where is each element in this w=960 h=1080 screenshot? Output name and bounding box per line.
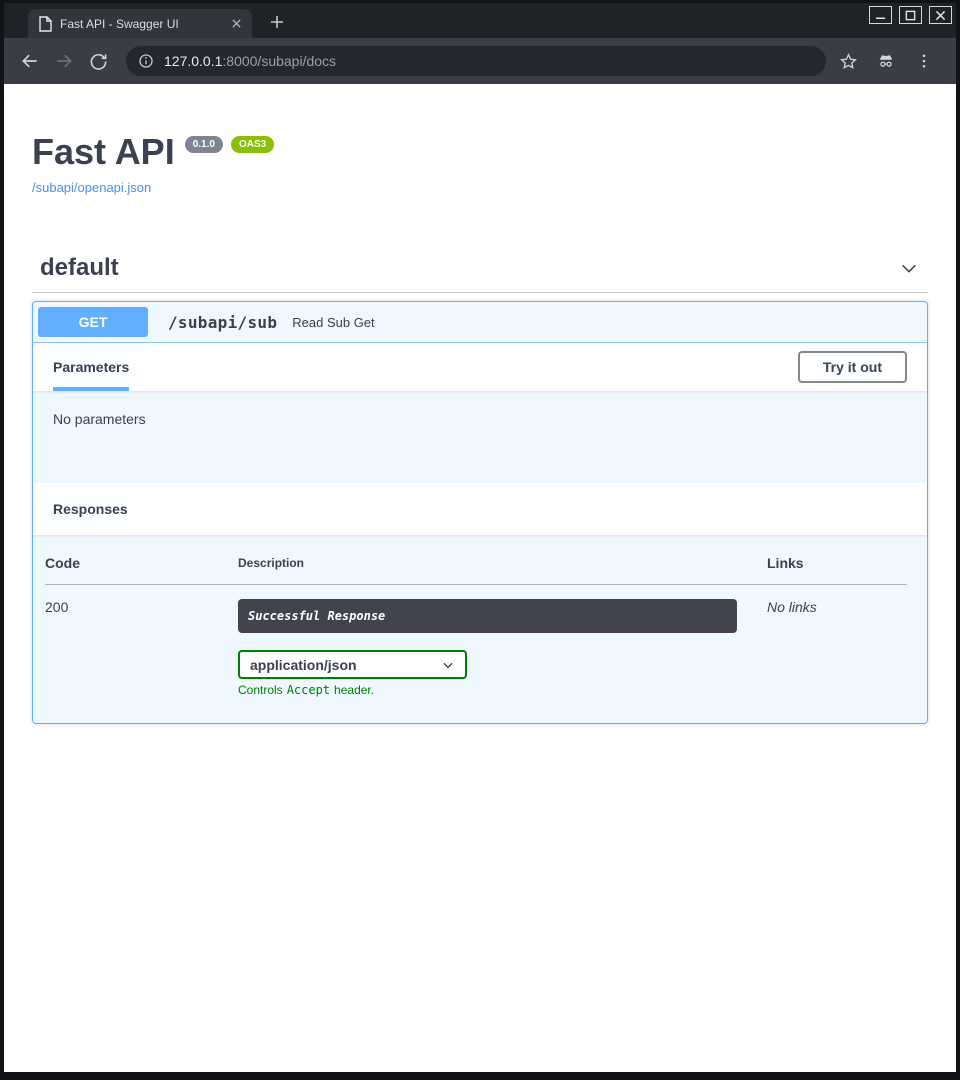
operation-block-get: GET /subapi/sub Read Sub Get Parameters …: [32, 301, 928, 724]
browser-toolbar: 127.0.0.1:8000/subapi/docs: [4, 38, 956, 84]
note-prefix: Controls: [238, 683, 283, 697]
site-info-icon[interactable]: [138, 53, 154, 69]
browser-window: Fast API - Swagger UI: [0, 0, 960, 1080]
note-suffix: header.: [334, 683, 374, 697]
response-description: Successful Response: [238, 599, 737, 633]
document-icon: [38, 16, 52, 32]
response-row-200: 200 Successful Response application/json: [45, 585, 907, 698]
media-type-select[interactable]: application/json: [238, 650, 467, 679]
response-links: No links: [767, 585, 907, 698]
openapi-spec-link[interactable]: /subapi/openapi.json: [32, 180, 151, 195]
tab-title: Fast API - Swagger UI: [60, 17, 225, 31]
response-code: 200: [45, 585, 238, 698]
version-badge: 0.1.0: [185, 136, 223, 153]
operation-summary[interactable]: GET /subapi/sub Read Sub Get: [33, 302, 927, 343]
responses-table: Code Description Links 200 Successful Re…: [45, 555, 907, 697]
back-icon[interactable]: [16, 47, 44, 75]
bookmark-star-icon[interactable]: [834, 47, 862, 75]
note-code: Accept: [287, 683, 330, 697]
accept-header-note: Controls Accept header.: [238, 683, 767, 697]
tab-close-icon[interactable]: [231, 18, 242, 29]
operation-description: Read Sub Get: [292, 315, 374, 330]
responses-body: Code Description Links 200 Successful Re…: [33, 535, 927, 723]
toolbar-actions: [834, 47, 944, 75]
media-type-value: application/json: [250, 657, 357, 673]
try-it-out-button[interactable]: Try it out: [798, 351, 907, 383]
operation-path: /subapi/sub: [168, 313, 277, 332]
tag-section-header[interactable]: default: [32, 244, 928, 293]
column-header-links: Links: [767, 555, 907, 585]
method-badge: GET: [38, 307, 148, 337]
chevron-down-icon[interactable]: [898, 257, 920, 279]
address-bar[interactable]: 127.0.0.1:8000/subapi/docs: [126, 46, 826, 76]
api-info-section: Fast API 0.1.0 OAS3 /subapi/openapi.json: [32, 133, 928, 197]
api-title: Fast API: [32, 133, 175, 171]
responses-title: Responses: [53, 501, 128, 517]
tab-bar: Fast API - Swagger UI: [4, 3, 956, 38]
media-type-control: application/json Controls Accept: [238, 650, 767, 697]
responses-header: Responses: [33, 483, 927, 535]
close-button[interactable]: [929, 6, 952, 24]
tag-name: default: [40, 254, 119, 282]
forward-icon[interactable]: [50, 47, 78, 75]
url-path: :8000/subapi/docs: [222, 53, 336, 69]
column-header-description: Description: [238, 555, 767, 585]
oas3-badge: OAS3: [231, 136, 274, 153]
tab-parameters[interactable]: Parameters: [53, 343, 129, 391]
swagger-ui: Fast API 0.1.0 OAS3 /subapi/openapi.json…: [4, 133, 956, 724]
incognito-icon: [872, 47, 900, 75]
maximize-button[interactable]: [899, 6, 922, 24]
browser-tab[interactable]: Fast API - Swagger UI: [28, 9, 252, 38]
select-chevron-down-icon: [441, 658, 455, 672]
reload-icon[interactable]: [84, 47, 112, 75]
minimize-button[interactable]: [869, 6, 892, 24]
kebab-menu-icon[interactable]: [910, 47, 938, 75]
no-parameters-text: No parameters: [53, 411, 146, 427]
parameters-header: Parameters Try it out: [33, 343, 927, 391]
window-controls: [869, 6, 952, 24]
parameters-tab-label: Parameters: [53, 359, 129, 375]
url-host: 127.0.0.1: [164, 53, 222, 69]
page-content: Fast API 0.1.0 OAS3 /subapi/openapi.json…: [4, 84, 956, 1072]
new-tab-button[interactable]: [264, 9, 290, 35]
column-header-code: Code: [45, 555, 238, 585]
parameters-body: No parameters: [33, 391, 927, 483]
